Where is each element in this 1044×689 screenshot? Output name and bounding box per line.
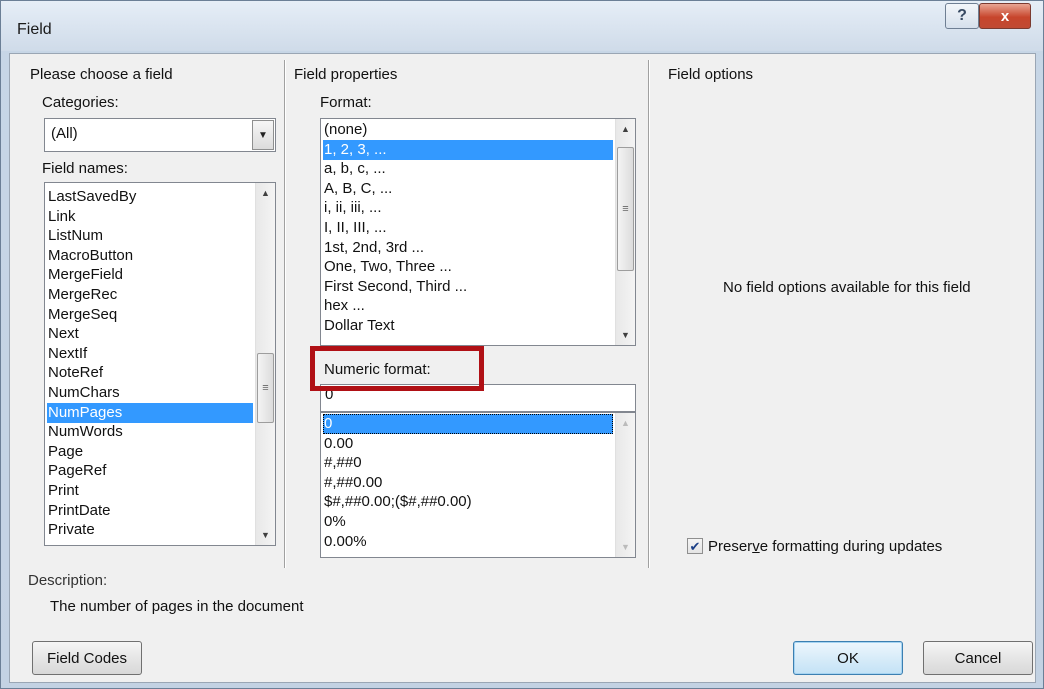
scroll-down-icon[interactable]: ▼ [256,526,275,544]
dialog-body: Please choose a field Categories: (All) … [9,53,1036,683]
list-item[interactable]: 0.00% [323,532,613,552]
cancel-button[interactable]: Cancel [923,641,1033,675]
no-options-text: No field options available for this fiel… [723,279,971,296]
list-item[interactable]: (none) [323,120,613,140]
list-item[interactable]: #,##0.00 [323,473,613,493]
list-item[interactable]: NumChars [47,383,253,403]
scroll-down-icon[interactable]: ▼ [616,538,635,556]
left-group-title: Please choose a field [30,66,173,83]
ok-button[interactable]: OK [793,641,903,675]
list-item[interactable]: NextIf [47,344,253,364]
list-item[interactable]: A, B, C, ... [323,179,613,199]
list-item[interactable]: LastSavedBy [47,187,253,207]
column-separator [648,60,650,568]
scroll-up-icon[interactable]: ▲ [256,184,275,202]
list-item[interactable]: Link [47,207,253,227]
description-label: Description: [28,572,108,589]
field-names-list[interactable]: LastSavedBy Link ListNum MacroButton MergeFi… [44,182,276,546]
scroll-up-icon[interactable]: ▲ [616,414,635,432]
numeric-format-scrollbar[interactable]: ▲ ▼ [615,413,635,557]
scroll-down-icon[interactable]: ▼ [616,326,635,344]
column-separator [284,60,286,568]
list-item[interactable]: Next [47,324,253,344]
list-item[interactable]: $#,##0.00;($#,##0.00) [323,492,613,512]
list-item[interactable]: PrintDate [47,501,253,521]
list-item[interactable]: NumWords [47,422,253,442]
list-item[interactable]: i, ii, iii, ... [323,198,613,218]
list-item[interactable]: 1st, 2nd, 3rd ... [323,238,613,258]
preserve-formatting-checkbox[interactable]: ✔ [687,538,703,554]
list-item[interactable]: ListNum [47,226,253,246]
field-names-scrollbar[interactable]: ▲ ≡ ▼ [255,183,275,545]
list-item[interactable]: #,##0 [323,453,613,473]
list-item[interactable]: MacroButton [47,246,253,266]
field-codes-button[interactable]: Field Codes [32,641,142,675]
field-dialog: Field ? x Please choose a field Categori… [0,0,1044,689]
right-group-title: Field options [668,66,754,83]
list-item[interactable]: I, II, III, ... [323,218,613,238]
format-scrollbar[interactable]: ▲ ≡ ▼ [615,119,635,345]
list-item[interactable]: Private [47,520,253,540]
list-item[interactable]: MergeSeq [47,305,253,325]
description-text: The number of pages in the document [50,598,304,615]
help-button[interactable]: ? [945,3,979,29]
list-item[interactable]: NumPages [47,402,253,423]
scroll-up-icon[interactable]: ▲ [616,120,635,138]
list-item[interactable]: PageRef [47,461,253,481]
categories-combobox[interactable]: (All) ▼ [44,118,276,152]
checkmark-icon: ✔ [689,538,701,554]
close-icon: x [1000,7,1010,25]
categories-value: (All) [51,125,78,142]
list-item[interactable]: First Second, Third ... [323,277,613,297]
format-label: Format: [320,94,372,111]
list-item[interactable]: Page [47,442,253,462]
list-item[interactable]: 1, 2, 3, ... [323,139,613,160]
field-names-label: Field names: [42,160,128,177]
list-item[interactable]: Print [47,481,253,501]
list-item[interactable]: 0.00 [323,434,613,454]
preserve-formatting-label[interactable]: Preserve formatting during updates [708,538,942,555]
list-item[interactable]: a, b, c, ... [323,159,613,179]
list-item[interactable]: 0% [323,512,613,532]
list-item[interactable]: NoteRef [47,363,253,383]
chevron-down-icon[interactable]: ▼ [252,120,274,150]
list-item[interactable]: Dollar Text [323,316,613,336]
list-item[interactable]: hex ... [323,296,613,316]
scroll-thumb[interactable]: ≡ [617,147,634,271]
dialog-title: Field [17,21,52,38]
scroll-thumb[interactable]: ≡ [257,353,274,423]
title-bar[interactable]: Field ? x [1,1,1043,51]
categories-label: Categories: [42,94,119,111]
annotation-highlight-box [310,346,484,391]
list-item[interactable]: MergeField [47,265,253,285]
middle-group-title: Field properties [294,66,398,83]
list-item[interactable]: 0 [323,414,613,434]
list-item[interactable]: MergeRec [47,285,253,305]
close-button[interactable]: x [979,3,1031,29]
list-item[interactable]: One, Two, Three ... [323,257,613,277]
format-list[interactable]: (none) 1, 2, 3, ... a, b, c, ... A, B, C, .… [320,118,636,346]
numeric-format-list[interactable]: 0 0.00 #,##0 #,##0.00 $#,##0.00;($#,##0.00) 0… [320,412,636,558]
